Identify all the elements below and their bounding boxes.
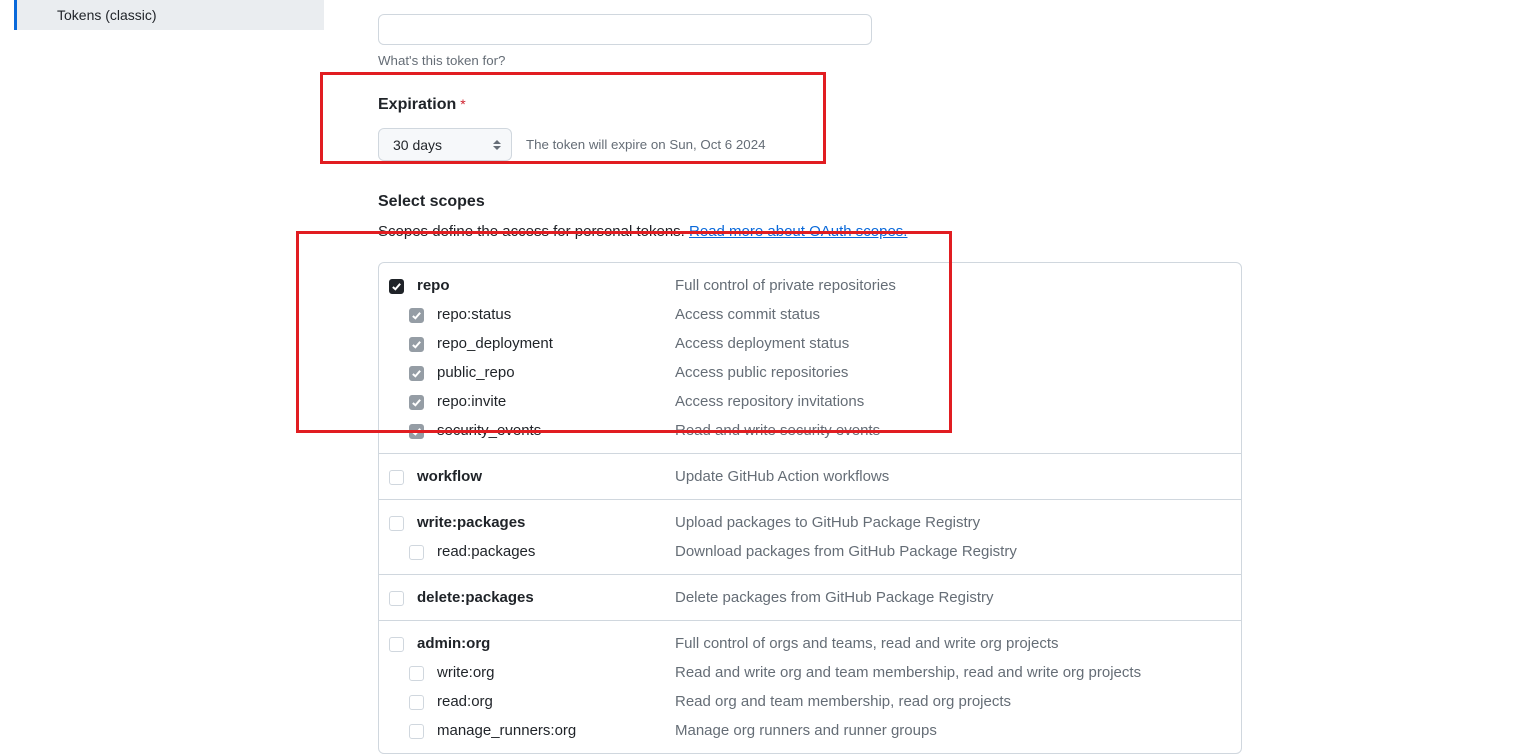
scope-checkbox[interactable]	[389, 470, 404, 485]
scope-description: Access repository invitations	[675, 393, 1241, 410]
scope-row: write:orgRead and write org and team mem…	[379, 658, 1241, 687]
expiration-section: Expiration* 30 days The token will expir…	[378, 96, 1244, 161]
scope-checkbox[interactable]	[409, 424, 424, 439]
scope-row: repo:inviteAccess repository invitations	[379, 387, 1241, 416]
select-caret-icon	[493, 140, 501, 150]
sidebar: Tokens (classic)	[14, 0, 324, 30]
scope-name: security_events	[437, 422, 675, 439]
scope-row: repo_deploymentAccess deployment status	[379, 329, 1241, 358]
scope-row: write:packagesUpload packages to GitHub …	[379, 500, 1241, 537]
scope-row: security_eventsRead and write security e…	[379, 416, 1241, 453]
scope-checkbox[interactable]	[389, 279, 404, 294]
expiration-note: The token will expire on Sun, Oct 6 2024	[526, 137, 765, 152]
token-note-input[interactable]	[378, 14, 872, 45]
scope-checkbox[interactable]	[409, 308, 424, 323]
scope-description: Full control of private repositories	[675, 277, 1241, 294]
scope-name: delete:packages	[417, 589, 675, 606]
scope-checkbox[interactable]	[409, 695, 424, 710]
scope-name: repo:status	[437, 306, 675, 323]
scope-row: repoFull control of private repositories	[379, 263, 1241, 300]
scope-name: write:packages	[417, 514, 675, 531]
scope-name: read:packages	[437, 543, 675, 560]
expiration-row: 30 days The token will expire on Sun, Oc…	[378, 128, 1244, 161]
scope-row: read:orgRead org and team membership, re…	[379, 687, 1241, 716]
scope-checkbox[interactable]	[389, 637, 404, 652]
scopes-desc-link[interactable]: Read more about OAuth scopes.	[689, 223, 907, 240]
scope-name: repo_deployment	[437, 335, 675, 352]
scope-name: workflow	[417, 468, 675, 485]
scope-description: Delete packages from GitHub Package Regi…	[675, 589, 1241, 606]
scope-group-repo: repoFull control of private repositories…	[379, 263, 1241, 453]
scope-name: write:org	[437, 664, 675, 681]
token-note-hint: What's this token for?	[378, 53, 1244, 68]
scope-description: Update GitHub Action workflows	[675, 468, 1241, 485]
main-content: What's this token for? Expiration* 30 da…	[378, 0, 1244, 754]
required-star: *	[460, 96, 465, 112]
scope-name: admin:org	[417, 635, 675, 652]
scope-group-delete-packages: delete:packagesDelete packages from GitH…	[379, 574, 1241, 620]
expiration-label-row: Expiration*	[378, 96, 1244, 114]
scope-row: read:packagesDownload packages from GitH…	[379, 537, 1241, 574]
scope-name: manage_runners:org	[437, 722, 675, 739]
expiration-select-value: 30 days	[393, 137, 442, 153]
scope-description: Access commit status	[675, 306, 1241, 323]
scope-row: delete:packagesDelete packages from GitH…	[379, 575, 1241, 620]
scope-description: Read and write org and team membership, …	[675, 664, 1241, 681]
scope-checkbox[interactable]	[409, 545, 424, 560]
scope-checkbox[interactable]	[409, 395, 424, 410]
scope-checkbox[interactable]	[409, 666, 424, 681]
scope-group-write-packages: write:packagesUpload packages to GitHub …	[379, 499, 1241, 574]
scope-checkbox[interactable]	[409, 366, 424, 381]
scope-name: read:org	[437, 693, 675, 710]
scopes-table: repoFull control of private repositories…	[378, 262, 1242, 754]
scope-description: Access public repositories	[675, 364, 1241, 381]
scope-group-workflow: workflowUpdate GitHub Action workflows	[379, 453, 1241, 499]
scope-row: workflowUpdate GitHub Action workflows	[379, 454, 1241, 499]
scope-row: repo:statusAccess commit status	[379, 300, 1241, 329]
scopes-desc-text: Scopes define the access for personal to…	[378, 223, 689, 240]
expiration-select[interactable]: 30 days	[378, 128, 512, 161]
scope-description: Read and write security events	[675, 422, 1241, 439]
scope-group-admin-org: admin:orgFull control of orgs and teams,…	[379, 620, 1241, 753]
sidebar-item-tokens-classic[interactable]: Tokens (classic)	[14, 0, 324, 30]
scope-checkbox[interactable]	[389, 516, 404, 531]
scope-description: Manage org runners and runner groups	[675, 722, 1241, 739]
scope-row: public_repoAccess public repositories	[379, 358, 1241, 387]
scope-description: Upload packages to GitHub Package Regist…	[675, 514, 1241, 531]
scope-row: manage_runners:orgManage org runners and…	[379, 716, 1241, 753]
scope-name: repo:invite	[437, 393, 675, 410]
scope-description: Access deployment status	[675, 335, 1241, 352]
scope-description: Read org and team membership, read org p…	[675, 693, 1241, 710]
scope-name: repo	[417, 277, 675, 294]
scope-checkbox[interactable]	[409, 724, 424, 739]
scopes-label: Select scopes	[378, 193, 1244, 211]
sidebar-item-label: Tokens (classic)	[57, 7, 157, 23]
scope-checkbox[interactable]	[409, 337, 424, 352]
scope-name: public_repo	[437, 364, 675, 381]
scopes-description: Scopes define the access for personal to…	[378, 223, 1244, 240]
scope-description: Full control of orgs and teams, read and…	[675, 635, 1241, 652]
scope-checkbox[interactable]	[389, 591, 404, 606]
expiration-label: Expiration	[378, 96, 456, 113]
scope-description: Download packages from GitHub Package Re…	[675, 543, 1241, 560]
scopes-section: Select scopes Scopes define the access f…	[378, 193, 1244, 754]
scope-row: admin:orgFull control of orgs and teams,…	[379, 621, 1241, 658]
